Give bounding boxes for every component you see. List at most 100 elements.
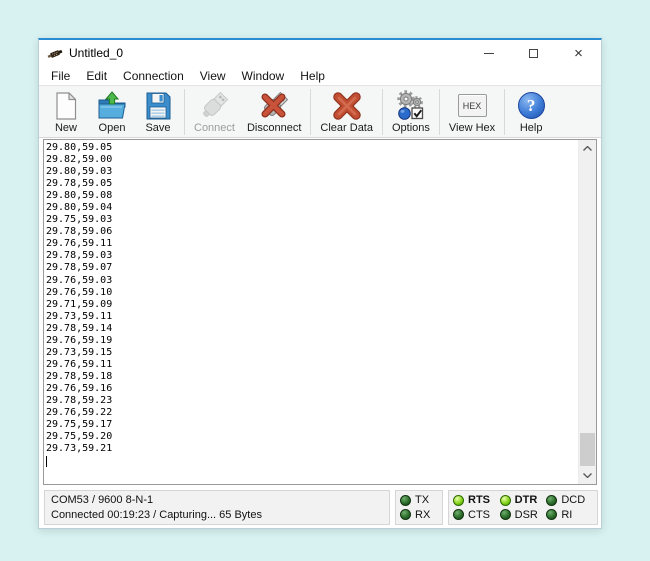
- menu-item-view[interactable]: View: [192, 67, 234, 85]
- status-bar: COM53 / 9600 8-N-1 Connected 00:19:23 / …: [44, 490, 598, 525]
- clear-data-label: Clear Data: [320, 122, 373, 134]
- led-icon: [500, 509, 511, 520]
- window-title: Untitled_0: [69, 46, 123, 60]
- toolbar-separator: [184, 89, 185, 135]
- toolbar-separator: [439, 89, 440, 135]
- title-bar: Untitled_0 ×: [39, 40, 601, 66]
- led-label: DTR: [515, 493, 538, 507]
- scroll-up-icon[interactable]: [579, 140, 596, 157]
- text-caret: [46, 456, 47, 467]
- maximize-button[interactable]: [511, 40, 556, 66]
- terminal-line: 29.76,59.19: [46, 335, 578, 347]
- app-window: Untitled_0 × FileEditConnectionViewWindo…: [38, 38, 602, 529]
- help-button[interactable]: ? Help: [508, 88, 554, 136]
- connect-label: Connect: [194, 122, 235, 134]
- terminal-line: 29.80,59.08: [46, 190, 578, 202]
- minimize-button[interactable]: [466, 40, 511, 66]
- connection-info-text: Connected 00:19:23 / Capturing... 65 Byt…: [51, 508, 383, 522]
- clear-data-x-icon: [331, 89, 363, 122]
- led-icon: [453, 495, 464, 506]
- usb-disconnect-icon: [258, 89, 290, 122]
- menu-item-help[interactable]: Help: [292, 67, 333, 85]
- scrollbar-thumb[interactable]: [580, 433, 595, 466]
- view-hex-button[interactable]: HEX View Hex: [443, 88, 501, 136]
- menu-item-window[interactable]: Window: [234, 67, 293, 85]
- terminal-line: 29.76,59.16: [46, 383, 578, 395]
- terminal-line: 29.78,59.03: [46, 250, 578, 262]
- menu-item-edit[interactable]: Edit: [78, 67, 115, 85]
- signal-indicator-dtr: DTR: [500, 493, 547, 507]
- terminal-line: 29.76,59.11: [46, 359, 578, 371]
- terminal-line: 29.78,59.06: [46, 226, 578, 238]
- signal-indicator-dcd: DCD: [546, 493, 593, 507]
- terminal-output[interactable]: 29.80,59.0529.82,59.0029.80,59.0329.78,5…: [44, 140, 578, 484]
- terminal-line: 29.78,59.23: [46, 395, 578, 407]
- connect-button: Connect: [188, 88, 241, 136]
- terminal-line: 29.76,59.22: [46, 407, 578, 419]
- signal-indicator-cts: CTS: [453, 508, 500, 522]
- view-hex-label: View Hex: [449, 122, 495, 134]
- terminal-line: 29.71,59.09: [46, 299, 578, 311]
- led-label: RTS: [468, 493, 490, 507]
- terminal-line: 29.75,59.17: [46, 419, 578, 431]
- disconnect-label: Disconnect: [247, 122, 301, 134]
- new-document-icon: [53, 89, 79, 122]
- minimize-icon: [484, 53, 494, 54]
- terminal-line: 29.73,59.21: [46, 443, 578, 455]
- led-icon: [500, 495, 511, 506]
- terminal-line: 29.78,59.05: [46, 178, 578, 190]
- terminal-line: 29.78,59.07: [46, 262, 578, 274]
- disconnect-button[interactable]: Disconnect: [241, 88, 307, 136]
- toolbar-separator: [504, 89, 505, 135]
- menu-bar: FileEditConnectionViewWindowHelp: [39, 66, 601, 85]
- terminal-line: 29.76,59.10: [46, 287, 578, 299]
- vertical-scrollbar[interactable]: [578, 140, 596, 484]
- led-icon: [546, 509, 557, 520]
- led-icon: [400, 495, 411, 506]
- signals-panel: RTSCTS DTRDSR DCDRI: [448, 490, 598, 525]
- signal-indicator-dsr: DSR: [500, 508, 547, 522]
- options-button[interactable]: Options: [386, 88, 436, 136]
- led-icon: [453, 509, 464, 520]
- close-button[interactable]: ×: [556, 40, 601, 66]
- signal-indicator-rts: RTS: [453, 493, 500, 507]
- signal-indicator-rx: RX: [400, 508, 438, 522]
- usb-connect-icon: [198, 89, 230, 122]
- toolbar-separator: [382, 89, 383, 135]
- led-icon: [400, 509, 411, 520]
- open-label: Open: [99, 122, 126, 134]
- terminal-line: 29.73,59.11: [46, 311, 578, 323]
- terminal-line: 29.78,59.18: [46, 371, 578, 383]
- menu-item-connection[interactable]: Connection: [115, 67, 192, 85]
- led-label: RX: [415, 508, 430, 522]
- terminal-line: 29.78,59.14: [46, 323, 578, 335]
- open-folder-icon: [96, 89, 128, 122]
- save-label: Save: [145, 122, 170, 134]
- app-icon: [47, 46, 64, 61]
- help-label: Help: [520, 122, 543, 134]
- port-settings-text: COM53 / 9600 8-N-1: [51, 493, 383, 507]
- new-button[interactable]: New: [43, 88, 89, 136]
- hex-icon: HEX: [458, 89, 487, 122]
- open-button[interactable]: Open: [89, 88, 135, 136]
- save-button[interactable]: Save: [135, 88, 181, 136]
- window-controls: ×: [466, 40, 601, 66]
- connection-status-panel: COM53 / 9600 8-N-1 Connected 00:19:23 / …: [44, 490, 390, 525]
- options-label: Options: [392, 122, 430, 134]
- terminal-line: 29.82,59.00: [46, 154, 578, 166]
- close-icon: ×: [574, 46, 583, 61]
- clear-data-button[interactable]: Clear Data: [314, 88, 379, 136]
- txrx-panel: TXRX: [395, 490, 443, 525]
- led-label: TX: [415, 493, 429, 507]
- signal-indicator-ri: RI: [546, 508, 593, 522]
- led-icon: [546, 495, 557, 506]
- menu-item-file[interactable]: File: [43, 67, 78, 85]
- led-label: CTS: [468, 508, 490, 522]
- help-icon: ?: [518, 89, 545, 122]
- save-floppy-icon: [144, 89, 172, 122]
- terminal-line: 29.73,59.15: [46, 347, 578, 359]
- terminal-area: 29.80,59.0529.82,59.0029.80,59.0329.78,5…: [43, 139, 597, 485]
- led-label: DSR: [515, 508, 538, 522]
- scroll-down-icon[interactable]: [579, 467, 596, 484]
- terminal-line: 29.75,59.03: [46, 214, 578, 226]
